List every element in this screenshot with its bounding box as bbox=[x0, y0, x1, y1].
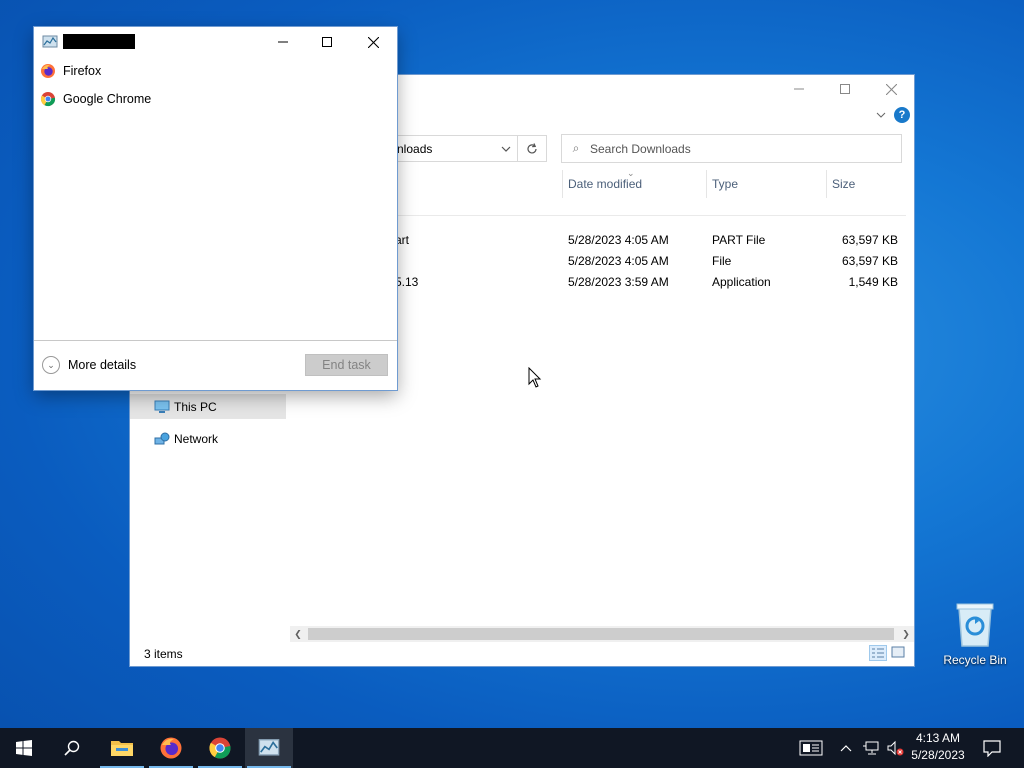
taskbar-file-explorer[interactable] bbox=[98, 728, 146, 768]
footer-divider bbox=[34, 340, 397, 341]
file-date: 5/28/2023 4:05 AM bbox=[568, 254, 669, 268]
chrome-icon bbox=[209, 737, 231, 759]
show-hidden-icons-button[interactable] bbox=[837, 728, 855, 768]
network-wired-icon bbox=[863, 741, 879, 755]
close-icon bbox=[885, 83, 897, 95]
tm-minimize-button[interactable] bbox=[261, 27, 305, 57]
clock-date: 5/28/2023 bbox=[911, 748, 965, 762]
search-input[interactable]: Search Downloads bbox=[590, 142, 691, 156]
app-item-firefox[interactable]: Firefox bbox=[40, 60, 101, 82]
file-type: PART File bbox=[712, 233, 766, 247]
file-name: art bbox=[395, 233, 410, 247]
recycle-bin-icon bbox=[956, 603, 994, 647]
explorer-maximize-button[interactable] bbox=[822, 75, 868, 103]
chevron-up-icon bbox=[840, 745, 852, 752]
end-task-button[interactable]: End task bbox=[305, 354, 388, 376]
address-bar[interactable]: nloads bbox=[392, 135, 517, 162]
firefox-icon bbox=[160, 737, 182, 759]
help-button[interactable]: ? bbox=[894, 107, 910, 123]
large-icons-view-icon[interactable] bbox=[890, 645, 908, 661]
recycle-bin-shortcut[interactable]: Recycle Bin bbox=[938, 600, 1012, 667]
news-icon bbox=[799, 740, 823, 756]
file-size: 1,549 KB bbox=[848, 275, 898, 289]
volume-tray-button[interactable] bbox=[884, 728, 906, 768]
horizontal-scrollbar[interactable]: ❮ ❯ bbox=[290, 626, 914, 642]
task-manager-icon bbox=[42, 35, 58, 48]
nav-label: Network bbox=[174, 431, 219, 446]
clock-time: 4:13 AM bbox=[915, 731, 961, 745]
maximize-icon bbox=[322, 37, 332, 47]
app-label: Firefox bbox=[63, 64, 102, 78]
news-widget-button[interactable] bbox=[796, 728, 826, 768]
taskbar: 4:13 AM 5/28/2023 bbox=[0, 728, 1024, 768]
start-button[interactable] bbox=[0, 728, 48, 768]
file-type: File bbox=[712, 254, 732, 268]
chevron-down-icon[interactable] bbox=[501, 142, 511, 156]
column-date-modified[interactable]: Date modified bbox=[562, 170, 706, 198]
nav-label: This PC bbox=[174, 399, 217, 414]
task-manager-window[interactable]: Firefox Google Chrome ⌄ More details End… bbox=[34, 27, 397, 390]
computer-icon bbox=[154, 400, 170, 413]
details-view-icon[interactable] bbox=[869, 645, 887, 661]
scroll-right-icon[interactable]: ❯ bbox=[898, 626, 914, 642]
minimize-icon bbox=[794, 88, 804, 90]
app-item-google-chrome[interactable]: Google Chrome bbox=[40, 88, 151, 110]
more-details-button[interactable]: ⌄ More details bbox=[42, 356, 136, 374]
scroll-left-icon[interactable]: ❮ bbox=[290, 626, 306, 642]
tm-maximize-button[interactable] bbox=[305, 27, 349, 57]
network-tray-button[interactable] bbox=[860, 728, 882, 768]
refresh-button[interactable] bbox=[517, 135, 547, 162]
file-size: 63,597 KB bbox=[841, 254, 898, 268]
file-date: 5/28/2023 4:05 AM bbox=[568, 233, 669, 247]
search-box[interactable]: ⌕ Search Downloads bbox=[561, 134, 902, 163]
app-label: Google Chrome bbox=[63, 92, 152, 106]
search-icon: ⌕ bbox=[572, 141, 580, 155]
search-button[interactable] bbox=[48, 728, 96, 768]
scrollbar-thumb[interactable] bbox=[308, 628, 894, 640]
taskbar-firefox[interactable] bbox=[147, 728, 195, 768]
file-date: 5/28/2023 3:59 AM bbox=[568, 275, 669, 289]
search-icon bbox=[64, 740, 80, 756]
action-center-button[interactable] bbox=[978, 728, 1006, 768]
network-icon bbox=[154, 432, 170, 444]
redacted-title bbox=[63, 34, 135, 49]
task-manager-titlebar[interactable] bbox=[34, 27, 397, 57]
column-type[interactable]: Type bbox=[706, 170, 826, 198]
more-details-label: More details bbox=[68, 358, 137, 372]
chevron-down-icon: ⌄ bbox=[42, 356, 60, 374]
taskbar-chrome[interactable] bbox=[196, 728, 244, 768]
windows-logo-icon bbox=[16, 740, 32, 756]
recycle-bin-label: Recycle Bin bbox=[943, 653, 1007, 667]
maximize-icon bbox=[840, 84, 850, 94]
notification-icon bbox=[983, 740, 1001, 757]
explorer-close-button[interactable] bbox=[868, 75, 914, 103]
minimize-icon bbox=[278, 41, 288, 43]
chrome-icon bbox=[40, 92, 56, 107]
tm-close-button[interactable] bbox=[351, 27, 395, 57]
nav-item-this-pc[interactable]: This PC bbox=[130, 394, 286, 419]
status-item-count: 3 items bbox=[144, 647, 183, 661]
nav-item-network[interactable]: Network bbox=[130, 426, 286, 451]
file-type: Application bbox=[712, 275, 771, 289]
taskbar-task-manager[interactable] bbox=[245, 728, 293, 768]
explorer-minimize-button[interactable] bbox=[776, 75, 822, 103]
close-icon bbox=[367, 36, 379, 48]
file-name: 5.13 bbox=[395, 275, 419, 289]
mouse-cursor-icon bbox=[528, 367, 542, 388]
volume-muted-icon bbox=[887, 740, 904, 756]
task-manager-icon bbox=[258, 739, 280, 756]
firefox-icon bbox=[41, 64, 55, 78]
address-text: nloads bbox=[397, 141, 433, 156]
expand-ribbon-icon[interactable] bbox=[876, 111, 886, 119]
column-size[interactable]: Size bbox=[826, 170, 906, 198]
file-size: 63,597 KB bbox=[841, 233, 898, 247]
system-clock[interactable]: 4:13 AM 5/28/2023 bbox=[905, 730, 971, 764]
folder-icon bbox=[111, 741, 133, 756]
refresh-icon bbox=[527, 142, 537, 153]
